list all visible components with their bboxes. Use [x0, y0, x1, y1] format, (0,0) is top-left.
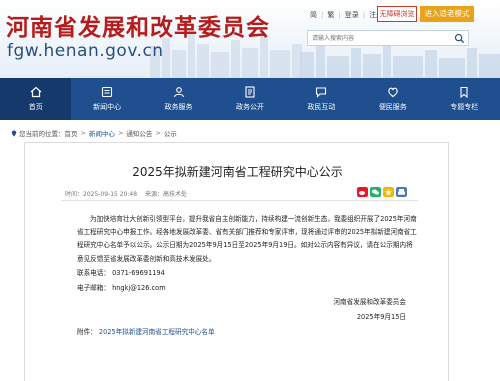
- article-body: 为加快培育壮大创新引领型平台，提升我省自主创新能力，持续构建一流创新生态，我委组…: [77, 215, 417, 263]
- nav-item-label: 政务公开: [235, 103, 264, 111]
- share-bar: [357, 187, 407, 197]
- nav-item-label: 政务服务: [164, 103, 193, 111]
- location-pin-icon: [11, 129, 17, 137]
- nav-item-home[interactable]: 首页: [0, 78, 72, 120]
- traditional-chinese-link[interactable]: 繁: [323, 10, 338, 20]
- nav-item-label: 新闻中心: [93, 103, 122, 111]
- breadcrumb-notice[interactable]: 通知公告: [126, 128, 152, 138]
- contact-phone: 联系电话： 0371-69691194: [77, 269, 165, 277]
- weibo-share-icon[interactable]: [357, 187, 368, 197]
- breadcrumb-prefix: 您当前的位置：: [19, 130, 65, 138]
- nav-item-label: 专题专栏: [450, 103, 479, 111]
- qzone-share-icon[interactable]: [383, 187, 394, 197]
- breadcrumb-publicity[interactable]: 公示: [164, 128, 177, 138]
- news-icon: [102, 86, 113, 98]
- nav-item-news[interactable]: 新闻中心: [71, 78, 142, 120]
- search-icon[interactable]: [454, 33, 465, 44]
- signature-org: 河南省发展和改革委员会: [333, 298, 406, 306]
- attachment: 附件： 2025年拟新建河南省工程研究中心名单: [77, 326, 215, 336]
- main-nav: 首页 新闻中心 政务服务 政务公开 政民互动 便民服务 专题专栏: [0, 78, 500, 120]
- nav-item-service[interactable]: 政务服务: [143, 78, 214, 120]
- breadcrumb-separator: >: [155, 129, 161, 137]
- search-input[interactable]: [312, 33, 450, 44]
- breadcrumb-news[interactable]: 新闻中心: [89, 128, 115, 138]
- nav-item-convenience[interactable]: 便民服务: [357, 78, 428, 120]
- contact-email: 电子邮箱： hngkj@126.com: [77, 284, 166, 292]
- breadcrumb-separator: >: [80, 129, 86, 137]
- breadcrumb-home[interactable]: 首页: [65, 128, 78, 138]
- attachment-link[interactable]: 2025年拟新建河南省工程研究中心名单: [99, 328, 215, 336]
- nav-item-label: 首页: [28, 103, 43, 111]
- breadcrumb-separator: >: [117, 129, 124, 137]
- site-title[interactable]: 河南省发展和改革委员会: [6, 8, 270, 42]
- site-header: 河南省发展和改革委员会 fgw.henan.gov.cn 简 | 繁 | 登录 …: [0, 0, 500, 78]
- barrier-free-button[interactable]: 无障碍浏览: [377, 6, 417, 22]
- convenience-icon: [388, 87, 398, 98]
- breadcrumb: 您当前的位置： 首页 > 新闻中心 > 通知公告 > 公示: [11, 128, 177, 138]
- open-gov-icon: [245, 86, 255, 98]
- wechat-share-icon[interactable]: [370, 187, 381, 197]
- site-domain: fgw.henan.gov.cn: [7, 41, 164, 61]
- nav-item-label: 政民互动: [307, 103, 336, 111]
- nav-item-open-gov[interactable]: 政务公开: [214, 78, 285, 120]
- attachment-label: 附件：: [77, 328, 97, 336]
- home-icon: [30, 86, 42, 98]
- interaction-icon: [316, 87, 327, 98]
- article-source: 来源：高技术处: [145, 191, 188, 198]
- login-link[interactable]: 登录: [341, 10, 363, 20]
- nav-item-interaction[interactable]: 政民互动: [286, 78, 357, 120]
- signature-date: 2025年9月15日: [356, 313, 406, 321]
- article-meta: 时间：2025-09-15 20:48 来源：高技术处: [65, 189, 193, 198]
- print-icon[interactable]: [396, 187, 407, 197]
- top-links: 简 | 繁 | 登录 | 注册: [306, 8, 387, 22]
- nav-item-label: 便民服务: [378, 103, 407, 111]
- topic-icon: [460, 86, 468, 98]
- article-title: 2025年拟新建河南省工程研究中心公示: [132, 165, 343, 179]
- search-box: [307, 30, 469, 46]
- article-panel: 2025年拟新建河南省工程研究中心公示 时间：2025-09-15 20:48 …: [24, 142, 449, 381]
- simplified-chinese-link[interactable]: 简: [306, 10, 321, 20]
- elder-mode-button[interactable]: 进入适老模式: [420, 6, 474, 22]
- service-icon: [173, 87, 184, 98]
- meta-divider: [61, 200, 418, 201]
- nav-item-topic[interactable]: 专题专栏: [429, 78, 500, 120]
- article-time: 时间：2025-09-15 20:48: [65, 191, 138, 198]
